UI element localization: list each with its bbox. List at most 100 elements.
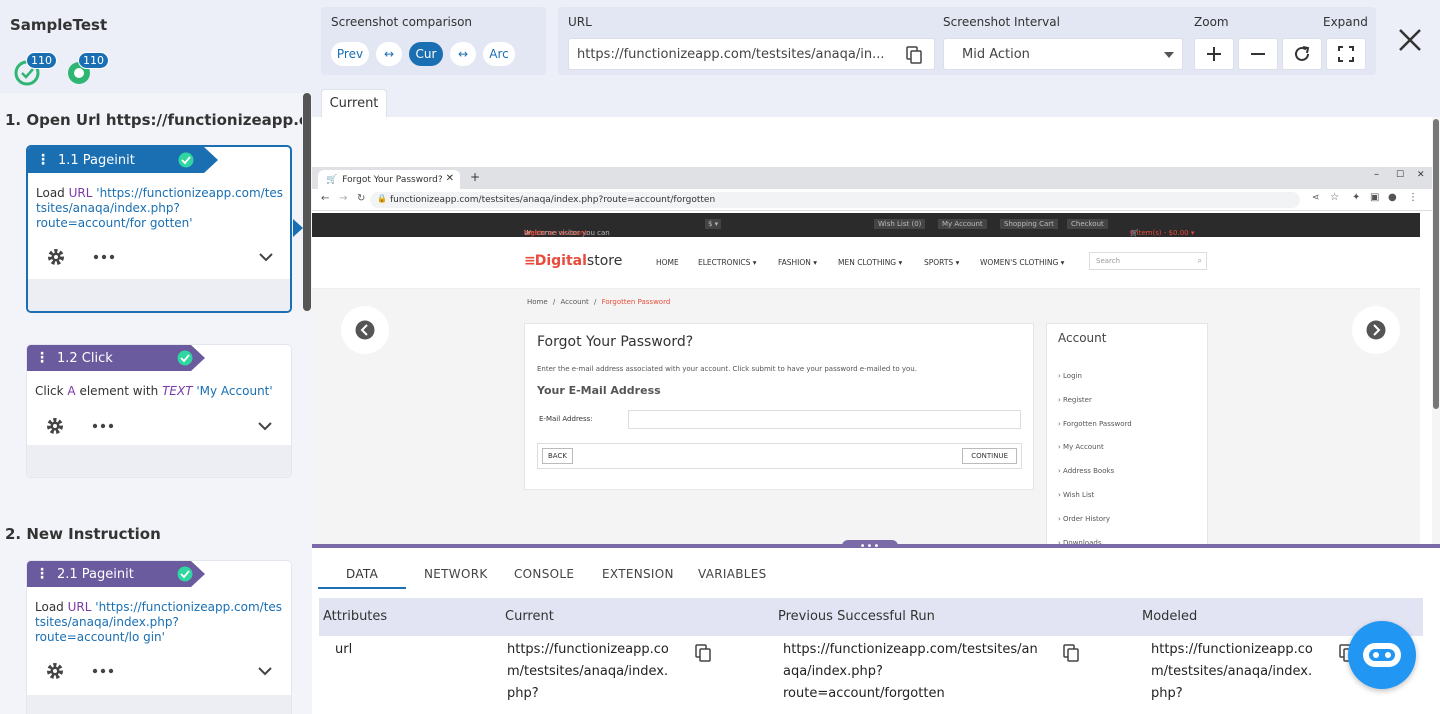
step-card-1-2[interactable]: ⋮ 1.2 Click Click A element with TEXT 'M…: [26, 344, 292, 478]
account-link: › Wish List: [1058, 491, 1095, 499]
copy-icon[interactable]: [906, 46, 922, 64]
arc-button[interactable]: Arc: [483, 42, 515, 66]
swap-prev-cur-button[interactable]: ↔: [376, 42, 402, 66]
breadcrumb-sep: /: [594, 298, 597, 306]
interval-select[interactable]: Mid Action: [943, 38, 1183, 70]
more-icon[interactable]: [93, 254, 115, 260]
gear-icon[interactable]: [46, 247, 66, 267]
logo-text-a: Digital: [534, 253, 587, 269]
data-grid-header: Attributes Current Previous Successful R…: [319, 598, 1423, 636]
cart-items: 0 item(s) - $0.00 ▾: [1130, 229, 1195, 237]
gear-icon[interactable]: [45, 661, 65, 681]
copy-icon[interactable]: [695, 644, 711, 662]
more-icon[interactable]: [92, 423, 114, 429]
screenshot-comparison-label: Screenshot comparison: [331, 15, 473, 29]
forward-arrow-icon: →: [339, 193, 348, 204]
chevron-down-icon[interactable]: [259, 252, 273, 262]
account-link: › Order History: [1058, 514, 1111, 523]
step-text: element with: [79, 384, 159, 398]
tab-console[interactable]: CONSOLE: [514, 567, 574, 581]
nav-item: FASHION ▾: [778, 258, 818, 267]
reload-icon: ↻: [357, 193, 366, 204]
share-icon: ⋖: [1312, 193, 1320, 203]
site-topbar: Welcome visitor you can login or create …: [312, 213, 1420, 237]
chevron-down-icon[interactable]: [258, 666, 272, 676]
zoom-label: Zoom: [1194, 15, 1229, 29]
expand-label: Expand: [1323, 15, 1368, 29]
kebab-icon[interactable]: ⋮: [36, 152, 50, 168]
run-status-badge[interactable]: 110: [66, 52, 109, 90]
robot-icon: [1363, 643, 1401, 667]
gear-icon[interactable]: [45, 416, 65, 436]
account-sidebar: Account › Login › Register › Forgotten Pas…: [1046, 323, 1208, 545]
section-title-1: 1. Open Url https://functionizeapp.co...: [5, 111, 302, 129]
account-link: › Forgotten Password: [1058, 419, 1132, 428]
step-description: Load URL 'https://functionizeapp.com/tes…: [35, 600, 283, 645]
expand-button[interactable]: [1326, 38, 1366, 70]
step-tag-label: 1.2 Click: [57, 350, 113, 366]
tab-network[interactable]: NETWORK: [424, 567, 488, 581]
check-icon: [177, 350, 193, 366]
reset-zoom-button[interactable]: [1282, 38, 1322, 70]
swap-cur-arc-button[interactable]: ↔: [450, 42, 476, 66]
browser-url: 🔒 functionizeapp.com/testsites/anaqa/ind…: [370, 192, 1300, 208]
next-screenshot-button[interactable]: [1352, 306, 1400, 354]
prev-button[interactable]: Prev: [331, 42, 369, 66]
cart-link: Shopping Cart: [1000, 219, 1058, 229]
step-card-1-1[interactable]: ⋮ 1.1 Pageinit Load URL 'https://functio…: [26, 145, 292, 313]
step-keyword: URL: [68, 186, 93, 200]
step-verb: Load: [35, 600, 64, 614]
step-tag-label: 2.1 Pageinit: [57, 566, 134, 582]
tab-variables[interactable]: VARIABLES: [698, 567, 767, 581]
back-button: BACK: [542, 448, 573, 464]
nav-item: HOME: [656, 258, 679, 267]
more-icon[interactable]: [92, 668, 114, 674]
kebab-icon[interactable]: ⋮: [35, 566, 49, 582]
account-link: › Address Books: [1058, 467, 1115, 476]
step-description: Click A element with TEXT 'My Account': [35, 384, 283, 399]
profile-icon: ●: [1388, 192, 1397, 203]
nav-item: ELECTRONICS ▾: [698, 258, 757, 267]
scrollbar-thumb[interactable]: [1433, 119, 1439, 409]
selected-step-pointer: [293, 219, 303, 237]
plus-icon: [1207, 47, 1221, 61]
prev-screenshot-button[interactable]: [341, 306, 389, 354]
tab-data[interactable]: DATA: [346, 567, 378, 581]
minus-icon: [1251, 53, 1265, 55]
sidebar-icon: ▣: [1370, 192, 1380, 203]
kebab-icon[interactable]: ⋮: [35, 350, 49, 366]
passed-runs-badge[interactable]: 110: [14, 52, 57, 90]
zoom-out-button[interactable]: [1238, 38, 1278, 70]
screenshot-viewer: 🛒 Forgot Your Password? ✕ + – ☐ ✕ ← → ↻ …: [312, 117, 1440, 545]
nav-item: SPORTS ▾: [924, 258, 960, 267]
tab-current[interactable]: Current: [321, 89, 387, 117]
tab-extension[interactable]: EXTENSION: [602, 567, 674, 581]
badge-count: 110: [26, 52, 57, 69]
step-list-scrollbar[interactable]: [302, 93, 312, 714]
caret-down-icon: [1164, 52, 1174, 58]
currency-select: $ ▾: [705, 219, 722, 229]
screenshot-browser: 🛒 Forgot Your Password? ✕ + – ☐ ✕ ← → ↻ …: [312, 167, 1432, 545]
new-tab-icon: +: [470, 170, 481, 184]
viewer-scrollbar[interactable]: [1432, 117, 1440, 545]
screenshot-comparison-panel: Screenshot comparison Prev ↔ Cur ↔ Arc: [321, 7, 546, 75]
assistant-bot-button[interactable]: [1348, 621, 1416, 689]
url-field[interactable]: https://functionizeapp.com/testsites/ana…: [568, 38, 935, 70]
zoom-in-button[interactable]: [1194, 38, 1234, 70]
step-card-2-1[interactable]: ⋮ 2.1 Pageinit Load URL 'https://functio…: [26, 560, 292, 714]
scrollbar-thumb[interactable]: [303, 93, 311, 311]
copy-icon[interactable]: [1063, 644, 1079, 662]
cur-button[interactable]: Cur: [409, 42, 443, 66]
back-arrow-icon: ←: [321, 193, 330, 204]
breadcrumb-account: Account: [560, 298, 589, 306]
chevron-down-icon[interactable]: [258, 421, 272, 431]
site-breadcrumb: Home / Account / Forgotten Password: [527, 298, 670, 306]
step-card-footer: [27, 445, 291, 477]
tab-close-icon: ✕: [445, 173, 454, 184]
cell-modeled: https://functionizeapp.co m/testsites/an…: [1151, 639, 1331, 705]
header-modeled: Modeled: [1142, 609, 1198, 624]
cell-line: aqa/index.php?: [783, 664, 883, 679]
close-button[interactable]: [1397, 27, 1423, 53]
cell-line: m/testsites/anaqa/index.: [507, 664, 669, 679]
extensions-icon: ✦: [1352, 192, 1361, 203]
